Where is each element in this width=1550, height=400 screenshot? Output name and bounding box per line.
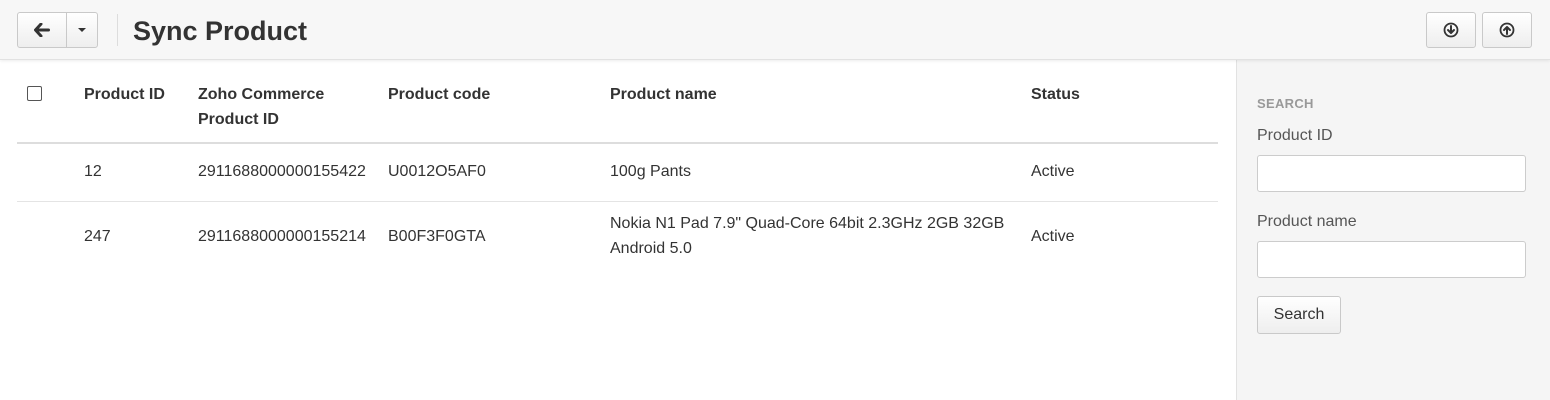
- cell-product-name-line2: Android 5.0: [610, 240, 692, 257]
- cell-product-code: U0012O5AF0: [388, 163, 486, 180]
- row-divider: [17, 201, 1218, 202]
- column-header-zoho-line1: Zoho Commerce: [198, 86, 325, 103]
- column-header-product-id[interactable]: Product ID: [84, 82, 165, 107]
- column-header-zoho-line2: Product ID: [198, 111, 279, 128]
- column-header-product-code[interactable]: Product code: [388, 82, 490, 107]
- cell-product-name-line1: Nokia N1 Pad 7.9" Quad-Core 64bit 2.3GHz…: [610, 215, 1005, 232]
- sidebar-heading: SEARCH: [1257, 96, 1314, 111]
- cell-product-code: B00F3F0GTA: [388, 228, 486, 245]
- search-sidebar: SEARCH Product ID Product name Search: [1236, 60, 1550, 400]
- search-button[interactable]: Search: [1257, 296, 1341, 334]
- page-title: Sync Product: [133, 16, 308, 46]
- caret-down-icon: [78, 28, 86, 32]
- cell-status: Active: [1031, 163, 1075, 180]
- select-all-checkbox[interactable]: [27, 86, 42, 101]
- product-name-input[interactable]: [1257, 241, 1526, 278]
- cell-product-id: 12: [84, 163, 102, 180]
- cell-product-id: 247: [84, 228, 111, 245]
- product-name-label: Product name: [1257, 213, 1357, 230]
- header-divider: [117, 14, 118, 46]
- cell-zoho-product-id: 2911688000000155422: [198, 163, 366, 180]
- upload-button[interactable]: [1482, 12, 1532, 48]
- cell-product-name: Nokia N1 Pad 7.9" Quad-Core 64bit 2.3GHz…: [610, 211, 1004, 261]
- column-header-status[interactable]: Status: [1031, 82, 1080, 107]
- circle-arrow-down-icon: [1443, 22, 1459, 38]
- page-header: Sync Product: [0, 0, 1550, 60]
- circle-arrow-up-icon: [1499, 22, 1515, 38]
- product-id-label: Product ID: [1257, 127, 1333, 144]
- cell-product-name: 100g Pants: [610, 163, 691, 180]
- column-header-zoho-product-id[interactable]: Zoho Commerce Product ID: [198, 82, 324, 132]
- back-button[interactable]: [17, 12, 67, 48]
- arrow-left-icon: [34, 23, 50, 37]
- table-header-divider: [17, 142, 1218, 144]
- column-header-product-name[interactable]: Product name: [610, 82, 717, 107]
- back-button-group: [17, 12, 98, 48]
- more-actions-button[interactable]: [66, 12, 98, 48]
- cell-zoho-product-id: 2911688000000155214: [198, 228, 366, 245]
- download-button[interactable]: [1426, 12, 1476, 48]
- product-id-input[interactable]: [1257, 155, 1526, 192]
- cell-status: Active: [1031, 228, 1075, 245]
